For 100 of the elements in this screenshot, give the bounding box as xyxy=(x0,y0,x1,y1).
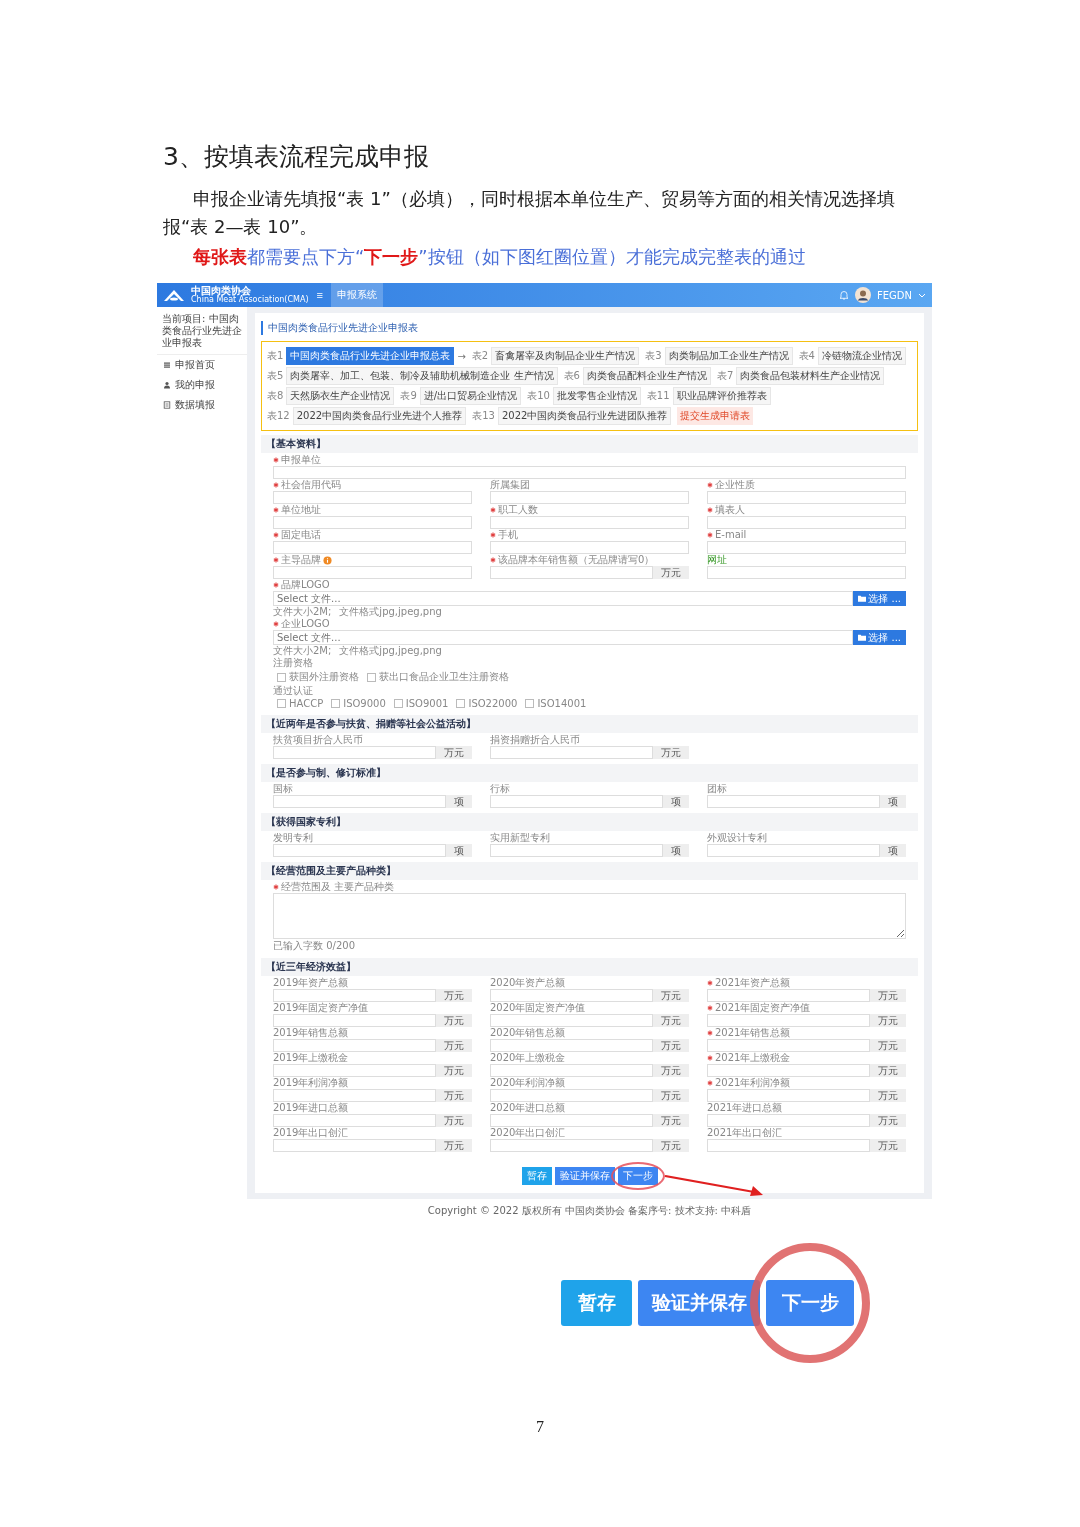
file-field[interactable]: Select 文件... xyxy=(273,591,854,606)
checkbox-option[interactable]: ISO9001 xyxy=(393,698,449,709)
input-field[interactable] xyxy=(490,989,653,1002)
input-field[interactable] xyxy=(490,1039,653,1052)
input-field[interactable] xyxy=(273,516,472,529)
table-tab[interactable]: 肉类屠宰、加工、包装、制冷及辅助机械制造企业 生产情况 xyxy=(286,367,558,385)
input-field[interactable] xyxy=(707,844,880,857)
input-field[interactable] xyxy=(273,566,472,579)
table-tab[interactable]: 肉类食品包装材料生产企业情况 xyxy=(736,367,885,385)
text-area[interactable] xyxy=(273,893,906,939)
file-field[interactable]: Select 文件... xyxy=(273,630,854,645)
input-field[interactable] xyxy=(273,466,906,479)
input-field[interactable] xyxy=(490,491,689,504)
unit-label: 万元 xyxy=(653,746,689,759)
input-field[interactable] xyxy=(707,516,906,529)
input-field[interactable] xyxy=(490,541,689,554)
sidebar-item[interactable]: 数据填报 xyxy=(157,395,221,415)
input-field[interactable] xyxy=(707,1039,870,1052)
logo-subtext: China Meat Association(CMA) xyxy=(191,296,309,304)
input-field[interactable] xyxy=(707,1114,870,1127)
table-tab[interactable]: 肉类制品加工企业生产情况 xyxy=(664,347,793,365)
input-field[interactable] xyxy=(273,1064,436,1077)
input-field[interactable] xyxy=(273,1014,436,1027)
action-button[interactable]: 暂存 xyxy=(561,1280,632,1326)
input-field[interactable] xyxy=(707,1064,870,1077)
input-field[interactable] xyxy=(273,746,436,759)
field-label: 2019年进口总额 xyxy=(273,1102,349,1114)
table-tab[interactable]: 天然肠衣生产企业情况 xyxy=(286,387,395,405)
input-field[interactable] xyxy=(707,491,906,504)
input-field[interactable] xyxy=(273,1139,436,1152)
browse-button[interactable]: 选择 ... xyxy=(853,591,906,606)
input-field[interactable] xyxy=(273,989,436,1002)
table-tab[interactable]: 肉类食品配料企业生产情况 xyxy=(582,367,711,385)
input-field[interactable] xyxy=(490,516,689,529)
input-field[interactable] xyxy=(490,1114,653,1127)
input-field[interactable] xyxy=(273,541,472,554)
action-button[interactable]: 验证并保存 xyxy=(638,1280,760,1326)
input-field[interactable] xyxy=(490,746,653,759)
field-label: 品牌LOGO xyxy=(281,579,330,591)
field-label: 发明专利 xyxy=(273,832,313,844)
checkbox-option[interactable]: 获国外注册资格 xyxy=(277,670,359,684)
input-field[interactable] xyxy=(273,1089,436,1102)
table-tab[interactable]: 中国肉类食品行业先进企业申报总表 xyxy=(286,347,455,365)
nav-tab[interactable]: 申报系统 xyxy=(331,283,383,307)
checkbox-option[interactable]: ISO14001 xyxy=(525,698,587,709)
checkbox-option[interactable]: HACCP xyxy=(277,698,324,709)
table-tab[interactable]: 进/出口贸易企业情况 xyxy=(419,387,522,405)
action-button[interactable]: 暂存 xyxy=(521,1167,552,1185)
action-button[interactable]: 验证并保存 xyxy=(554,1167,615,1185)
action-button[interactable]: 下一步 xyxy=(617,1167,658,1185)
table-tab[interactable]: 畜禽屠宰及肉制品企业生产情况 xyxy=(491,347,640,365)
input-field[interactable] xyxy=(490,1139,653,1152)
field-label: 捐资捐赠折合人民币 xyxy=(490,734,580,746)
table-tab[interactable]: 冷链物流企业情况 xyxy=(817,347,906,365)
input-field[interactable] xyxy=(273,795,446,808)
table-tab[interactable]: 职业品牌评价推荐表 xyxy=(672,387,771,405)
table-number: 表8 xyxy=(267,389,284,403)
table-tab[interactable]: 2022中国肉类食品行业先进团队推荐 xyxy=(497,407,672,425)
input-field[interactable] xyxy=(707,566,906,579)
unit-label: 万元 xyxy=(436,1089,472,1102)
input-field[interactable] xyxy=(490,844,663,857)
instruction-note: 每张表都需要点下方“下一步”按钮（如下图红圈位置）才能完成完整表的通过 xyxy=(193,245,806,269)
field-label: 2020年利润净额 xyxy=(490,1077,566,1089)
user-name[interactable]: FEGDN xyxy=(877,289,912,301)
section-title: 【近两年是否参与扶贫、捐赠等社会公益活动】 xyxy=(261,715,918,733)
action-button[interactable]: 下一步 xyxy=(766,1280,854,1326)
input-field[interactable] xyxy=(273,491,472,504)
submit-tag[interactable]: 提交生成申请表 xyxy=(677,407,754,425)
table-tab[interactable]: 2022中国肉类食品行业先进个人推荐 xyxy=(292,407,467,425)
input-field[interactable] xyxy=(707,541,906,554)
form-title: 中国肉类食品行业先进企业申报表 xyxy=(261,321,418,335)
checkbox-option[interactable]: ISO22000 xyxy=(456,698,518,709)
unit-label: 万元 xyxy=(653,1114,689,1127)
sidebar-item[interactable]: 申报首页 xyxy=(157,355,221,375)
input-field[interactable] xyxy=(707,989,870,1002)
input-field[interactable] xyxy=(707,1089,870,1102)
input-field[interactable] xyxy=(273,844,446,857)
menu-button[interactable]: ≡ xyxy=(314,289,325,301)
field-label: 2021年固定资产净值 xyxy=(715,1002,811,1014)
bell-icon[interactable] xyxy=(839,290,849,300)
input-field[interactable] xyxy=(273,1114,436,1127)
field-label: 2021年销售总额 xyxy=(715,1027,791,1039)
input-field[interactable] xyxy=(273,1039,436,1052)
input-field[interactable] xyxy=(490,1064,653,1077)
checkbox-option[interactable]: 获出口食品企业卫生注册资格 xyxy=(367,670,509,684)
input-field[interactable] xyxy=(490,1089,653,1102)
sidebar-item[interactable]: 我的申报 xyxy=(157,375,221,395)
field-label: 国标 xyxy=(273,783,293,795)
input-field[interactable] xyxy=(707,795,880,808)
table-tab[interactable]: 批发零售企业情况 xyxy=(552,387,641,405)
input-field[interactable] xyxy=(490,566,653,579)
input-field[interactable] xyxy=(707,1014,870,1027)
input-field[interactable] xyxy=(707,1139,870,1152)
input-field[interactable] xyxy=(490,1014,653,1027)
chevron-down-icon[interactable] xyxy=(918,292,926,298)
avatar-icon[interactable] xyxy=(855,287,871,303)
field-label: 团标 xyxy=(707,783,727,795)
checkbox-option[interactable]: ISO9000 xyxy=(331,698,386,709)
browse-button[interactable]: 选择 ... xyxy=(853,630,906,645)
input-field[interactable] xyxy=(490,795,663,808)
